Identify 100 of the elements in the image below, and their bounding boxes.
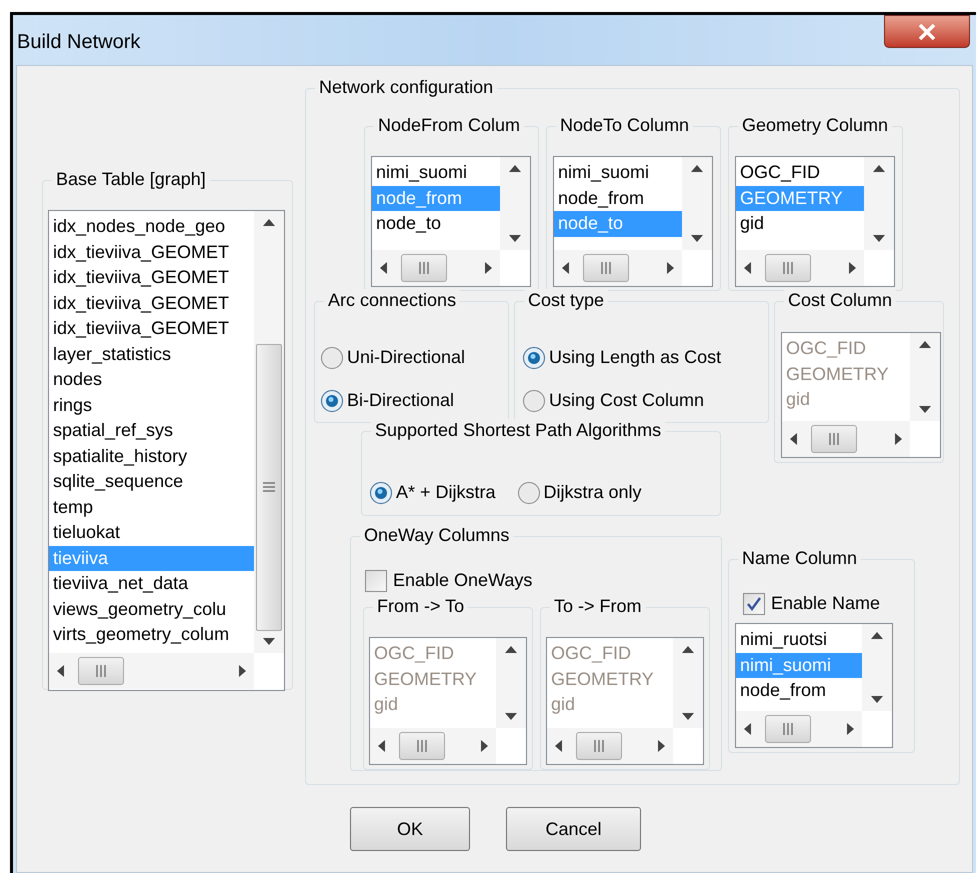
- group-label: Cost type: [524, 289, 608, 311]
- window-title: Build Network: [17, 30, 140, 55]
- left-arrow-icon: [378, 740, 385, 752]
- close-icon: [918, 24, 936, 40]
- list-item[interactable]: nimi_suomi: [372, 160, 500, 186]
- list-item[interactable]: nimi_suomi: [554, 160, 682, 186]
- list-item[interactable]: tieviiva_net_data: [49, 571, 254, 596]
- list-box[interactable]: nimi_suomi node_from node_to: [553, 156, 713, 287]
- list-item[interactable]: layer_statistics: [49, 342, 254, 367]
- radio-dot-icon: [326, 394, 338, 406]
- right-arrow-icon: [239, 665, 246, 677]
- down-arrow-icon: [871, 696, 883, 703]
- vertical-scrollbar[interactable]: [864, 157, 894, 250]
- grip-icon: [262, 480, 276, 494]
- grip-icon: [781, 722, 795, 736]
- right-arrow-icon: [849, 262, 856, 274]
- down-arrow-icon: [682, 713, 694, 720]
- right-arrow-icon: [658, 740, 665, 752]
- dialog-button[interactable]: Cancel: [506, 807, 641, 851]
- scrollbar-thumb[interactable]: [583, 254, 629, 282]
- list-item[interactable]: rings: [49, 392, 254, 418]
- vertical-scrollbar[interactable]: [254, 211, 284, 653]
- checkbox[interactable]: Enable Name: [743, 590, 914, 617]
- down-arrow-icon: [263, 638, 275, 645]
- down-arrow-icon: [691, 235, 703, 242]
- scrollbar-thumb[interactable]: [765, 715, 811, 743]
- close-button[interactable]: [884, 15, 970, 48]
- radio-dot-icon: [375, 486, 387, 498]
- grip-icon: [592, 739, 606, 753]
- list-item[interactable]: idx_tieviiva_GEOMET: [49, 316, 254, 342]
- radio-button[interactable]: A* + Dijkstra: [370, 470, 496, 515]
- list-item[interactable]: sqlite_sequence: [49, 469, 254, 494]
- up-arrow-icon: [509, 165, 521, 172]
- up-arrow-icon: [871, 632, 883, 639]
- horizontal-scrollbar[interactable]: [736, 250, 864, 286]
- list-item[interactable]: idx_nodes_node_geo: [49, 214, 254, 240]
- list-item[interactable]: spatialite_history: [49, 444, 254, 469]
- scrollbar-thumb[interactable]: [765, 254, 811, 282]
- up-arrow-icon: [691, 165, 703, 172]
- list-item[interactable]: temp: [49, 494, 254, 520]
- up-arrow-icon: [505, 646, 517, 653]
- list-item[interactable]: gid: [736, 211, 864, 236]
- radio-button[interactable]: Using Length as Cost: [523, 344, 768, 371]
- up-arrow-icon: [682, 646, 694, 653]
- radio-button[interactable]: Uni-Directional: [321, 344, 508, 371]
- list-item[interactable]: virts_geometry_colum: [49, 622, 254, 648]
- list-box[interactable]: OGC_FID GEOMETRY gid: [735, 156, 895, 287]
- down-arrow-icon: [919, 406, 931, 413]
- check-icon: [746, 596, 762, 612]
- left-arrow-icon: [562, 262, 569, 274]
- checkbox[interactable]: Enable OneWays: [365, 567, 721, 594]
- dialog-button[interactable]: OK: [350, 807, 470, 851]
- list-item[interactable]: idx_tieviiva_GEOMET: [49, 265, 254, 290]
- list-item[interactable]: idx_tieviiva_GEOMET: [49, 240, 254, 265]
- grip-icon: [415, 739, 429, 753]
- grip-icon: [94, 664, 108, 678]
- left-arrow-icon: [744, 262, 751, 274]
- horizontal-scrollbar[interactable]: [372, 250, 500, 286]
- up-arrow-icon: [873, 165, 885, 172]
- right-arrow-icon: [895, 433, 902, 445]
- right-arrow-icon: [847, 723, 854, 735]
- grip-icon: [781, 261, 795, 275]
- left-arrow-icon: [555, 740, 562, 752]
- right-arrow-icon: [485, 262, 492, 274]
- vertical-scrollbar[interactable]: [500, 157, 530, 250]
- list-item[interactable]: idx_tieviiva_GEOMET: [49, 290, 254, 316]
- up-arrow-icon: [263, 219, 275, 226]
- horizontal-scrollbar[interactable]: [49, 653, 254, 689]
- up-arrow-icon: [919, 341, 931, 348]
- group-label: Supported Shortest Path Algorithms: [371, 419, 666, 441]
- grip-icon: [827, 432, 841, 446]
- down-arrow-icon: [873, 235, 885, 242]
- radio-dot-icon: [528, 352, 540, 364]
- list-item[interactable]: OGC_FID: [736, 160, 864, 186]
- radio-button[interactable]: Bi-Directional: [321, 387, 508, 414]
- horizontal-scrollbar[interactable]: [554, 250, 682, 286]
- down-arrow-icon: [509, 235, 521, 242]
- radio-button[interactable]: Dijkstra only: [518, 470, 642, 515]
- scrollbar-thumb[interactable]: [78, 657, 124, 685]
- vertical-scrollbar[interactable]: [862, 624, 892, 711]
- left-arrow-icon: [790, 433, 797, 445]
- scrollbar-thumb[interactable]: [256, 344, 282, 631]
- grip-icon: [417, 261, 431, 275]
- list-item[interactable]: node_to: [372, 211, 500, 236]
- horizontal-scrollbar[interactable]: [736, 711, 862, 747]
- grip-icon: [599, 261, 613, 275]
- list-item[interactable]: views_geometry_colu: [49, 596, 254, 622]
- vertical-scrollbar[interactable]: [682, 157, 712, 250]
- list-item[interactable]: node_from: [554, 186, 682, 211]
- radio-button[interactable]: Using Cost Column: [523, 387, 768, 414]
- list-box[interactable]: nimi_suomi node_from node_to: [371, 156, 531, 287]
- list-item[interactable]: tieluokat: [49, 520, 254, 546]
- list-item[interactable]: nimi_ruotsi: [736, 627, 862, 652]
- list-item[interactable]: spatial_ref_sys: [49, 418, 254, 444]
- list-box[interactable]: nimi_ruotsi nimi_suomi node_from: [735, 623, 893, 748]
- scrollbar-thumb[interactable]: [401, 254, 447, 282]
- list-item[interactable]: node_from: [736, 678, 862, 704]
- list-item[interactable]: nodes: [49, 367, 254, 392]
- down-arrow-icon: [505, 713, 517, 720]
- left-arrow-icon: [57, 665, 64, 677]
